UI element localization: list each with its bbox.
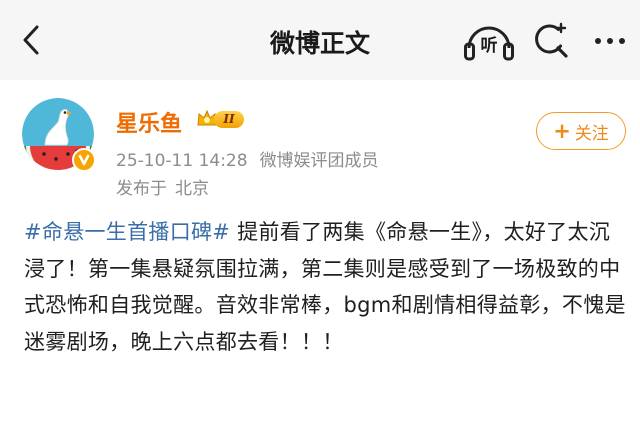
more-icon bbox=[607, 38, 613, 44]
listen-label: 听 bbox=[480, 36, 498, 56]
plus-icon: + bbox=[553, 118, 571, 143]
verified-icon bbox=[72, 148, 96, 172]
follow-button[interactable]: + 关注 bbox=[536, 112, 626, 150]
back-arrow-icon bbox=[23, 25, 39, 55]
more-icon bbox=[595, 38, 601, 44]
top-nav-bar: 微博正文 听 bbox=[0, 0, 640, 80]
post-meta: 25-10-11 14:28 微博娱评团成员 bbox=[116, 146, 379, 171]
member-level-badge[interactable]: II bbox=[196, 108, 244, 130]
back-button[interactable] bbox=[14, 22, 50, 58]
follow-label: 关注 bbox=[574, 123, 609, 144]
search-button[interactable] bbox=[532, 22, 570, 60]
post-location: 发布于 北京 bbox=[116, 174, 209, 199]
member-level-label: II bbox=[214, 111, 244, 128]
more-icon bbox=[619, 38, 625, 44]
hashtag-link[interactable]: #命悬一生首播口碑# bbox=[24, 220, 230, 244]
listen-button[interactable]: 听 bbox=[464, 20, 514, 62]
location-place: 北京 bbox=[175, 179, 209, 199]
location-prefix: 发布于 bbox=[116, 179, 167, 199]
post-source: 微博娱评团成员 bbox=[259, 151, 379, 171]
more-button[interactable] bbox=[588, 24, 632, 58]
username[interactable]: 星乐鱼 bbox=[116, 106, 182, 138]
search-icon bbox=[535, 22, 568, 58]
post-time: 25-10-11 14:28 bbox=[116, 151, 248, 171]
post-content: #命悬一生首播口碑# 提前看了两集《命悬一生》，太好了太沉浸了！第一集悬疑氛围拉… bbox=[24, 214, 626, 360]
